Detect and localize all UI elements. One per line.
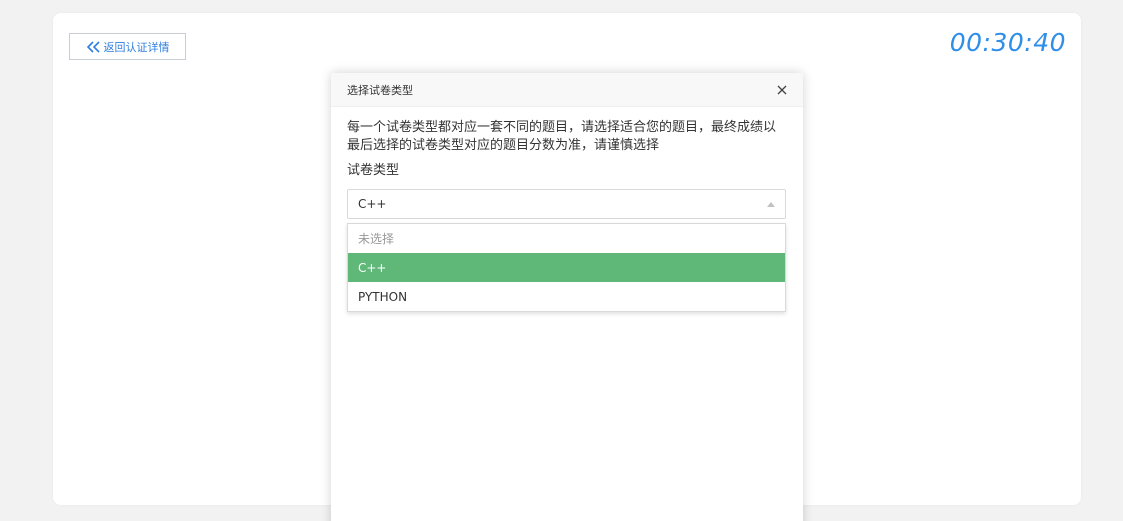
- paper-type-select-value: C++: [358, 197, 387, 211]
- countdown-timer: 00:30:40: [949, 28, 1066, 57]
- option-cpp[interactable]: C++: [348, 253, 785, 282]
- back-button-label: 返回认证详情: [103, 40, 170, 54]
- paper-type-dropdown: 未选择 C++ PYTHON: [347, 223, 786, 312]
- close-icon[interactable]: [775, 83, 789, 97]
- option-unselected[interactable]: 未选择: [348, 224, 785, 253]
- caret-up-icon: [767, 201, 775, 207]
- modal-body: 每一个试卷类型都对应一套不同的题目，请选择适合您的题目，最终成绩以最后选择的试卷…: [331, 107, 803, 312]
- option-python[interactable]: PYTHON: [348, 282, 785, 311]
- paper-type-select[interactable]: C++: [347, 189, 786, 219]
- back-to-certification-button[interactable]: 返回认证详情: [69, 33, 186, 60]
- modal-description: 每一个试卷类型都对应一套不同的题目，请选择适合您的题目，最终成绩以最后选择的试卷…: [347, 120, 777, 153]
- paper-type-label: 试卷类型: [347, 163, 400, 178]
- modal-header: 选择试卷类型: [331, 73, 803, 107]
- modal-title: 选择试卷类型: [347, 83, 413, 97]
- page: 返回认证详情 00:30:40 选择试卷类型 每一个试卷类型都对应一套不同的题目…: [0, 0, 1123, 521]
- double-chevron-left-icon: [86, 40, 102, 53]
- select-paper-type-modal: 选择试卷类型 每一个试卷类型都对应一套不同的题目，请选择适合您的题目，最终成绩以…: [331, 73, 803, 521]
